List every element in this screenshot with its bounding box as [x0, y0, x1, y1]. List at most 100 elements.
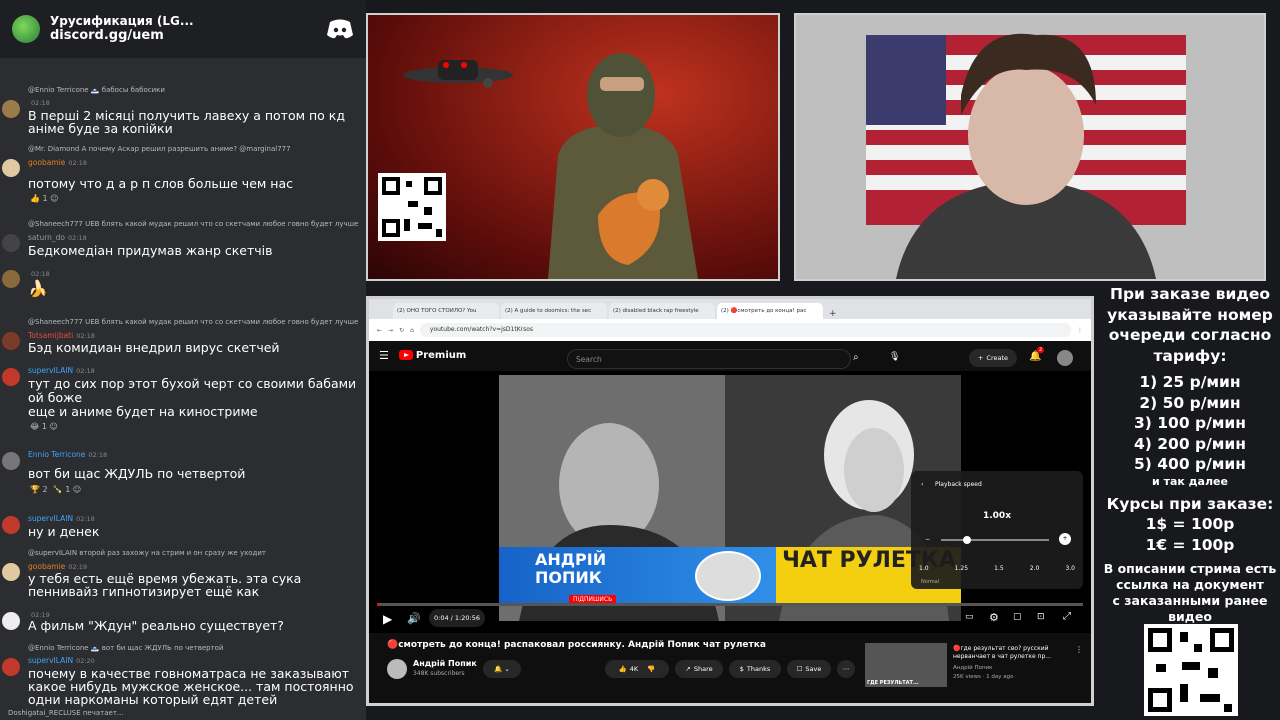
username: Ennio Terricone 02:18 [28, 450, 108, 459]
tariff-line: 1) 25 р/мин [1139, 373, 1241, 391]
home-icon[interactable]: ⌂ [410, 327, 414, 334]
info-line: При заказе видео [1109, 285, 1271, 303]
forward-icon[interactable]: → [388, 327, 393, 334]
account-avatar[interactable] [1057, 350, 1073, 366]
url-input[interactable]: youtube.com/watch?v=jsD1tKrsos [419, 323, 1071, 337]
username: supervILAIN 02:20 [28, 656, 95, 665]
recommended-video[interactable]: ГДЕ РЕЗУЛЬТАТ... 🔴где результат сво? рус… [865, 643, 1085, 687]
mic-icon[interactable]: 🎙 [889, 352, 900, 362]
browser-tab[interactable]: (2) disabled black rap freestyle [609, 303, 715, 319]
reply-preview: @Ennio Terricone 🗻 бабосы бабосики [28, 86, 165, 94]
server-title: Урусификация (LG... [50, 14, 194, 28]
recommended-menu-icon[interactable]: ⋮ [1075, 645, 1083, 654]
courses-line: Курсы при заказе: [1106, 494, 1274, 513]
avatar [2, 270, 20, 288]
avatar [2, 368, 20, 386]
extensions-icon[interactable]: ⋮ [1077, 327, 1083, 334]
sticker: 🍌 [28, 279, 48, 298]
like-button[interactable]: 👍 4K 👎 [605, 660, 669, 678]
message-text: вот би щас ЖДУЛЬ по четвертой [28, 466, 246, 481]
speed-back-icon[interactable]: ‹ [921, 481, 923, 488]
speed-increase[interactable]: + [1059, 533, 1071, 545]
search-icon[interactable]: ⌕ [853, 352, 859, 363]
play-icon[interactable]: ▶ [383, 612, 392, 626]
avatar [2, 452, 20, 470]
message-text: Бэд комидиан внедрил вирус скетчей [28, 340, 280, 355]
info-line: тарифу: [1153, 346, 1227, 365]
speed-option[interactable]: 1.0 [919, 565, 929, 572]
reply-preview: @supervILAIN второй раз захожу на стрим … [28, 549, 266, 557]
reply-preview: @Ennio Terricone 🗻 вот би щас ЖДУЛЬ по ч… [28, 644, 224, 652]
new-tab-icon[interactable]: + [825, 309, 841, 319]
webcam-feed [794, 13, 1266, 281]
speed-decrease[interactable]: − [925, 536, 930, 543]
webcam-image [866, 33, 1186, 279]
order-info-panel: При заказе видео указывайте номер очеред… [1100, 284, 1280, 720]
avatar [2, 332, 20, 350]
speed-option[interactable]: 2.0 [1030, 565, 1040, 572]
create-button[interactable]: + Create [969, 349, 1017, 367]
avatar [2, 658, 20, 676]
server-icon [12, 15, 40, 43]
banner-avatar [695, 551, 761, 601]
menu-icon[interactable]: ☰ [379, 349, 389, 362]
back-icon[interactable]: ← [377, 327, 382, 334]
search-input[interactable]: Search [567, 349, 851, 369]
username: supervILAIN 02:18 [28, 366, 95, 375]
username: saturn_do 02:18 [28, 233, 87, 242]
reaction[interactable]: 🏆 2 🍾 1 ☺ [30, 485, 81, 494]
message-text: у тебя есть ещё время убежать. эта сука … [28, 571, 302, 599]
speed-option[interactable]: 1.5 [994, 565, 1004, 572]
speed-option[interactable]: 1.25 [955, 565, 968, 572]
banner-left-text: АНДРІЙ ПОПИК [535, 550, 607, 587]
username: supervILAIN 02:18 [28, 514, 95, 523]
courses-line: 1$ = 100р [1145, 515, 1235, 533]
channel-avatar[interactable] [387, 659, 407, 679]
more-actions-icon[interactable]: ⋯ [837, 660, 855, 678]
discord-chat-panel: Урусификация (LG... discord.gg/uem @Enni… [0, 0, 366, 720]
youtube-play-icon [398, 350, 413, 360]
reply-preview: @Shaneech777 UEB блять какой мудак решил… [28, 318, 359, 326]
notification-bell-button[interactable]: 🔔 ⌄ [483, 660, 521, 678]
speed-title: Playback speed [935, 481, 982, 488]
qr-code [1144, 624, 1238, 716]
desc-line: с заказанными ранее [1112, 593, 1268, 608]
subscriber-count: 348K subscribers [413, 670, 465, 677]
video-player[interactable]: АНДРІЙ ПОПИК ПІДПИШИСЬ ЧАТ РУЛЕТКА ▶ 🔊 0… [369, 371, 1091, 633]
address-bar: ← → ↻ ⌂ youtube.com/watch?v=jsD1tKrsos ⋮ [369, 319, 1091, 341]
reply-preview: @Mr. Diamond А почему Аскар решил разреш… [28, 145, 291, 153]
avatar [2, 612, 20, 630]
tariff-line: 5) 400 р/мин [1133, 455, 1246, 473]
thanks-button[interactable]: $ Thanks [729, 660, 781, 678]
invite-link[interactable]: discord.gg/uem [50, 28, 316, 44]
miniplayer-icon[interactable]: ▢ [1013, 612, 1022, 622]
browser-tab[interactable]: (2) ОНО ТОГО СТОИЛО? You [393, 303, 499, 319]
browser-window: (2) ОНО ТОГО СТОИЛО? You (2) A guide to … [366, 296, 1094, 706]
desc-line: ссылка на документ [1116, 577, 1264, 592]
share-button[interactable]: ↗ Share [675, 660, 723, 678]
progress-bar[interactable] [377, 603, 1083, 606]
channel-name[interactable]: Андрій Попик [413, 659, 477, 668]
cast-icon[interactable]: ⊡ [1037, 612, 1045, 622]
channel-row: Андрій Попик 348K subscribers [383, 657, 723, 681]
avatar [2, 516, 20, 534]
browser-tab[interactable]: (2) A guide to doomics: the sec [501, 303, 607, 319]
avatar [2, 234, 20, 252]
fullscreen-icon[interactable]: ⤢ [1063, 611, 1071, 622]
avatar [2, 563, 20, 581]
reaction[interactable]: 👍 1 ☺ [30, 194, 59, 203]
desc-line: В описании стрима есть [1103, 561, 1277, 576]
notification-badge: 2 [1037, 347, 1045, 353]
speed-slider[interactable] [941, 536, 1049, 544]
save-button[interactable]: ☐ Save [787, 660, 831, 678]
reaction[interactable]: 😂 1 ☺ [30, 422, 58, 431]
speed-option[interactable]: 3.0 [1065, 565, 1075, 572]
discord-logo-icon [327, 19, 353, 39]
settings-gear-icon[interactable]: ⚙ [989, 611, 999, 624]
reload-icon[interactable]: ↻ [399, 327, 404, 334]
volume-icon[interactable]: 🔊 [407, 612, 421, 625]
player-controls: ▶ 🔊 0:04 / 1:20:56 ▭ ⚙ ▢ ⊡ ⤢ [369, 603, 1091, 633]
youtube-logo[interactable]: Premium [398, 350, 466, 361]
subtitles-icon[interactable]: ▭ [965, 612, 974, 622]
browser-tab-active[interactable]: (2) 🔴смотреть до конца! рас [717, 303, 823, 319]
